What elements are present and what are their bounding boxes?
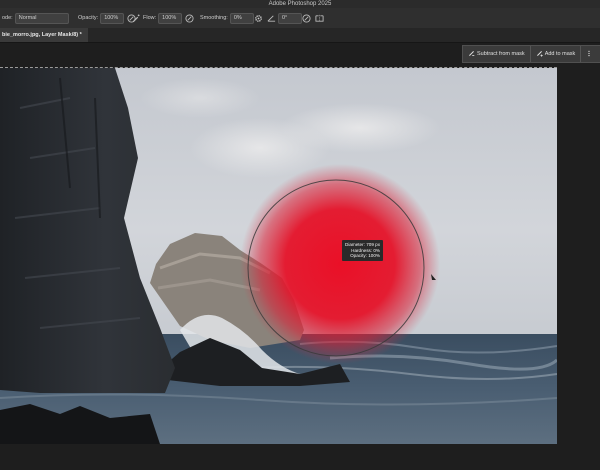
brush-opacity-row: Opacity: 100% (345, 253, 380, 259)
app-title: Adobe Photoshop 2025 (268, 1, 332, 7)
flow-label: Flow: (143, 15, 157, 21)
add-to-mask-label: Add to mask (544, 51, 576, 57)
angle-icon (266, 13, 276, 23)
angle-control: 0° (266, 8, 302, 28)
mode-label: ode: (2, 15, 13, 21)
symmetry-icon[interactable] (314, 13, 324, 23)
flow-field[interactable]: 100% (158, 12, 183, 24)
add-mask-icon (536, 50, 543, 59)
diameter-value: 709 px (366, 242, 380, 247)
diameter-label: Diameter: (345, 242, 365, 247)
more-options-button[interactable] (580, 46, 597, 62)
smoothing-control: Smoothing: 0% (200, 8, 254, 28)
document-tab-bar: bie_morro.jpg, Layer Mask/8) * (0, 28, 600, 43)
brush-opacity-value: 100% (368, 253, 380, 259)
airbrush-control (130, 8, 140, 28)
pressure-flow-icon[interactable] (184, 13, 194, 23)
hardness-value: 0% (373, 247, 380, 253)
subtract-from-mask-button[interactable]: Subtract from mask (463, 46, 530, 62)
pressure-size-control (301, 8, 311, 28)
add-to-mask-button[interactable]: Add to mask (529, 46, 581, 62)
smoothing-options (253, 8, 263, 28)
pressure-size-icon[interactable] (301, 13, 311, 23)
opacity-control: Opacity: 100% (78, 8, 136, 28)
options-bar: ode: Normal Opacity: 100% Flow: 100% Smo… (0, 8, 600, 29)
symmetry-control (314, 8, 324, 28)
mode-dropdown[interactable]: Normal (14, 12, 69, 24)
document-tab[interactable]: bie_morro.jpg, Layer Mask/8) * (0, 28, 88, 42)
mode-control: ode: Normal (2, 8, 69, 28)
airbrush-icon[interactable] (130, 13, 140, 23)
opacity-label: Opacity: (78, 15, 99, 21)
more-icon (586, 50, 592, 59)
smoothing-field[interactable]: 0% (229, 12, 254, 24)
smoothing-label: Smoothing: (200, 15, 228, 21)
opacity-field[interactable]: 100% (100, 12, 125, 24)
brush-info-tooltip: Diameter: 709 px Hardness: 0% Opacity: 1… (342, 240, 383, 261)
contextual-task-bar: Subtract from mask Add to mask (462, 45, 600, 63)
gear-icon[interactable] (253, 13, 263, 23)
angle-field[interactable]: 0° (278, 12, 302, 24)
brush-opacity-label: Opacity: (350, 253, 367, 259)
canvas-image[interactable] (0, 68, 557, 444)
hardness-label: Hardness: (351, 247, 373, 253)
subtract-mask-icon (468, 50, 475, 59)
flow-control: Flow: 100% (143, 8, 194, 28)
subtract-from-mask-label: Subtract from mask (477, 51, 525, 57)
